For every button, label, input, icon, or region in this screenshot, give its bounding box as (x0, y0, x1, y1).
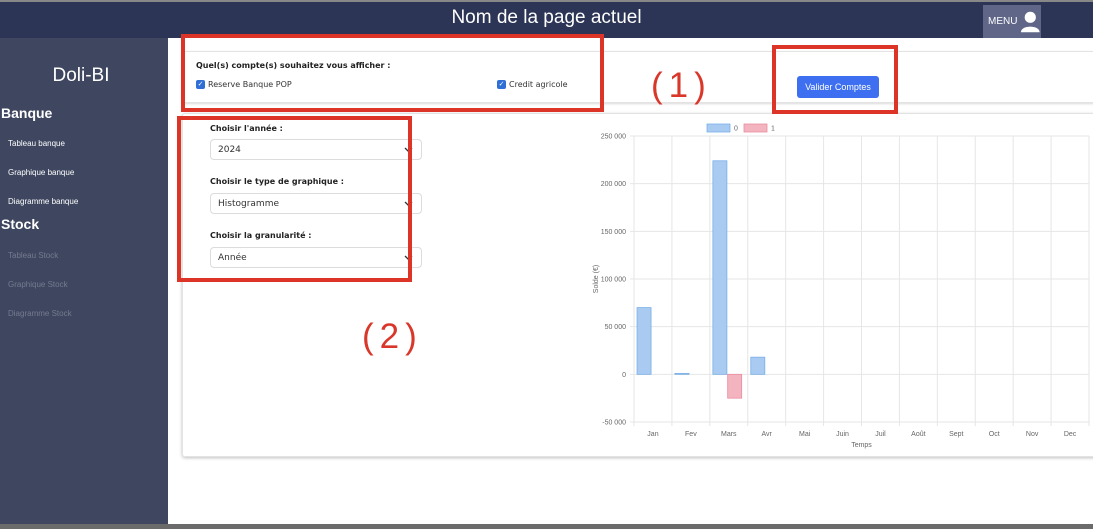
bottom-bar (0, 524, 1093, 529)
x-tick-label: Sept (949, 431, 963, 438)
annotation-box-2 (177, 116, 412, 282)
brand-logo: Doli-BI (52, 65, 110, 86)
x-axis-title: Temps (851, 442, 872, 449)
y-tick-label: 50 000 (605, 324, 627, 331)
annotation-box-validate (772, 45, 898, 114)
sidebar-item-tableau-stock[interactable]: Tableau Stock (8, 251, 58, 260)
top-bar: Nom de la page actuel MENU (0, 0, 1093, 38)
sidebar-item-graphique-banque[interactable]: Graphique banque (8, 168, 74, 177)
annotation-label-1: (1) (651, 66, 712, 105)
sidebar: Doli-BI Banque Tableau banque Graphique … (0, 38, 168, 529)
y-axis-title: Solde (€) (593, 265, 600, 293)
sidebar-item-graphique-stock[interactable]: Graphique Stock (8, 280, 68, 289)
sidebar-item-diagramme-banque[interactable]: Diagramme banque (8, 197, 78, 206)
sidebar-section-banque: Banque (1, 105, 53, 121)
y-tick-label: 0 (622, 372, 626, 379)
x-tick-label: Nov (1026, 431, 1039, 438)
balance-chart: -50 000 0 50 000 100 000 150 000 200 000 250 0… (593, 123, 1090, 449)
y-tick-label: 100 000 (601, 277, 626, 284)
x-tick-label: Août (911, 431, 925, 438)
x-tick-label: Mars (721, 431, 737, 438)
x-tick-label: Jan (647, 431, 658, 438)
annotation-box-1 (181, 34, 604, 112)
x-tick-label: Fev (685, 431, 697, 438)
bar-series-1 (727, 373, 743, 399)
page-title: Nom de la page actuel (451, 7, 642, 28)
x-tick-label: Juin (836, 431, 849, 438)
bar-series-0 (750, 356, 766, 375)
legend-label-0: 0 (734, 126, 738, 133)
y-tick-label: 250 000 (601, 134, 626, 141)
y-tick-label: 200 000 (601, 181, 626, 188)
sidebar-section-stock: Stock (1, 216, 40, 232)
menu-button[interactable]: MENU (983, 5, 1041, 38)
annotation-label-2: (2) (362, 317, 423, 356)
sidebar-item-tableau-banque[interactable]: Tableau banque (8, 139, 65, 148)
x-tick-label: Juil (875, 431, 886, 438)
bar-series-0 (712, 160, 728, 375)
y-tick-label: 150 000 (601, 229, 626, 236)
menu-label: MENU (988, 16, 1018, 27)
bar-series-0 (674, 372, 690, 375)
x-tick-label: Oct (989, 431, 1000, 438)
x-tick-label: Mai (799, 431, 811, 438)
user-icon (1021, 11, 1041, 32)
bar-series-0 (636, 307, 652, 375)
sidebar-item-diagramme-stock[interactable]: Diagramme Stock (8, 309, 72, 318)
legend-label-1: 1 (771, 126, 775, 133)
legend-swatch-1 (743, 123, 768, 133)
x-tick-label: Avr (762, 431, 773, 438)
legend-swatch-0 (706, 123, 731, 133)
y-tick-label: -50 000 (602, 420, 626, 427)
x-tick-label: Dec (1064, 431, 1077, 438)
